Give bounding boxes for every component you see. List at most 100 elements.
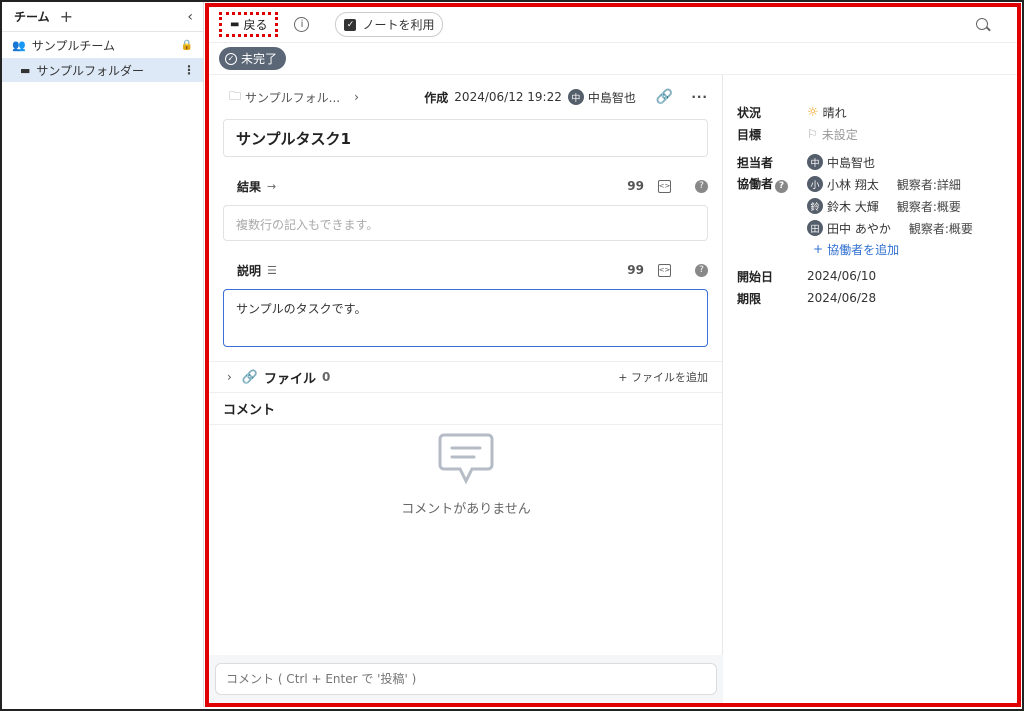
description-label: 説明 bbox=[237, 263, 262, 278]
folder-name: サンプルフォルダー bbox=[36, 63, 145, 78]
result-header: 結果 → 99 <> ? bbox=[209, 171, 722, 201]
arrow-right-icon: → bbox=[267, 179, 277, 193]
assignee-name: 中島智也 bbox=[827, 155, 876, 170]
plus-icon: + bbox=[813, 242, 824, 256]
back-button[interactable]: ▬ 戻る bbox=[219, 12, 279, 37]
chevron-right-icon[interactable]: › bbox=[354, 90, 359, 104]
link-icon[interactable]: 🔗 bbox=[656, 89, 673, 105]
comments-title: コメント bbox=[209, 393, 722, 425]
lines-icon: ☰ bbox=[267, 263, 277, 277]
code-icon[interactable]: <> bbox=[658, 179, 671, 193]
collaborator-role[interactable]: 観察者:詳細 bbox=[897, 176, 961, 193]
avatar: 田 bbox=[807, 220, 823, 236]
help-icon[interactable]: ? bbox=[695, 179, 708, 193]
due-label: 期限 bbox=[737, 291, 762, 306]
goal-label: 目標 bbox=[737, 127, 762, 142]
paperclip-icon: 🔗 bbox=[241, 369, 258, 385]
avatar: 中 bbox=[567, 89, 584, 105]
detail-assignee[interactable]: 担当者 中 中島智也 bbox=[737, 151, 1017, 173]
created-label: 作成 bbox=[424, 90, 449, 105]
detail-status[interactable]: 状況 ☼ 晴れ bbox=[737, 101, 1017, 123]
comments-empty-text: コメントがありません bbox=[401, 502, 531, 517]
team-icon: 👥 bbox=[12, 38, 26, 52]
use-note-button[interactable]: ✓ ノートを利用 bbox=[335, 12, 444, 37]
back-label: 戻る bbox=[243, 18, 268, 32]
flag-icon: ⚐ bbox=[807, 127, 818, 141]
team-name: サンプルチーム bbox=[31, 38, 115, 53]
status-badge[interactable]: ✓ 未完了 bbox=[219, 47, 287, 70]
sun-icon: ☼ bbox=[807, 104, 819, 120]
lock-icon: 🔒 bbox=[180, 39, 193, 51]
collaborator-role[interactable]: 観察者:概要 bbox=[909, 220, 973, 237]
add-team-icon[interactable]: + bbox=[60, 7, 73, 26]
result-input[interactable]: 複数行の記入もできます。 bbox=[223, 205, 708, 241]
task-title[interactable]: サンプルタスク1 bbox=[223, 119, 708, 157]
chat-bubble-icon bbox=[438, 433, 494, 485]
task-body: 🗀 サンプルフォル... › 作成 2024/06/12 19:22 中 中島智… bbox=[209, 75, 723, 703]
checkbox-icon: ✓ bbox=[344, 18, 357, 31]
info-icon[interactable]: i bbox=[294, 17, 310, 32]
start-value: 2024/06/10 bbox=[807, 269, 877, 283]
collab-label-wrap: 協働者? bbox=[737, 175, 807, 193]
code-icon[interactable]: <> bbox=[658, 263, 671, 277]
status-label: 未完了 bbox=[241, 52, 278, 66]
detail-collaborator[interactable]: 田 田中 あやか 観察者:概要 bbox=[737, 217, 1017, 239]
more-icon[interactable]: ··· bbox=[691, 90, 708, 104]
collaborator-role[interactable]: 観察者:概要 bbox=[897, 198, 961, 215]
quote-icon[interactable]: 99 bbox=[627, 263, 644, 277]
check-circle-icon: ✓ bbox=[225, 52, 237, 65]
detail-due-date[interactable]: 期限 2024/06/28 bbox=[737, 287, 1017, 309]
sidebar: チーム + ‹ 👥 サンプルチーム 🔒 ▬ サンプルフォルダー ⋮ bbox=[2, 2, 204, 707]
task-content: 🗀 サンプルフォル... › 作成 2024/06/12 19:22 中 中島智… bbox=[209, 75, 1017, 703]
goal-value: 未設定 bbox=[821, 127, 858, 142]
status-bar: ✓ 未完了 bbox=[209, 43, 1017, 75]
avatar: 鈴 bbox=[807, 198, 823, 214]
start-label: 開始日 bbox=[737, 269, 774, 284]
detail-collaborator[interactable]: 鈴 鈴木 大輝 観察者:概要 bbox=[737, 195, 1017, 217]
breadcrumb[interactable]: サンプルフォル... bbox=[245, 89, 340, 106]
folder-more-icon[interactable]: ⋮ bbox=[183, 63, 195, 77]
folder-icon: ▬ bbox=[20, 63, 31, 77]
add-collaborator-button[interactable]: + 協働者を追加 bbox=[813, 239, 1017, 259]
files-section: › 🔗 ファイル 0 + ファイルを追加 bbox=[209, 361, 722, 393]
add-file-label: ファイルを追加 bbox=[631, 371, 708, 384]
sidebar-item-team[interactable]: 👥 サンプルチーム 🔒 bbox=[2, 32, 203, 58]
help-icon[interactable]: ? bbox=[775, 179, 789, 193]
detail-goal[interactable]: 目標 ⚐ 未設定 bbox=[737, 123, 1017, 145]
chevron-right-icon[interactable]: › bbox=[227, 370, 232, 384]
collaborator-name: 小林 翔太 bbox=[827, 177, 879, 192]
comment-input[interactable] bbox=[215, 663, 717, 695]
search-icon[interactable] bbox=[975, 17, 991, 33]
result-label: 結果 bbox=[237, 179, 262, 194]
collaborator-name: 鈴木 大輝 bbox=[827, 199, 879, 214]
comments-empty: コメントがありません bbox=[209, 431, 723, 517]
avatar: 中 bbox=[807, 154, 823, 170]
task-panel: ▬ 戻る i ✓ ノートを利用 ✓ 未完了 🗀 サンプルフォル... › 作成 … bbox=[205, 3, 1021, 707]
creator-name: 中島智也 bbox=[587, 90, 636, 105]
collaborator-name: 田中 あやか bbox=[827, 221, 891, 236]
task-meta: 🗀 サンプルフォル... › 作成 2024/06/12 19:22 中 中島智… bbox=[209, 75, 722, 119]
description-input[interactable]: サンプルのタスクです。 bbox=[223, 289, 708, 347]
quote-icon[interactable]: 99 bbox=[627, 179, 644, 193]
task-details: 状況 ☼ 晴れ 目標 ⚐ 未設定 担当者 中 中島智也 協働者 ? 小 小林 翔… bbox=[723, 75, 1017, 703]
status-detail-value: 晴れ bbox=[822, 105, 847, 120]
files-label: ファイル bbox=[264, 371, 317, 387]
add-file-button[interactable]: + ファイルを追加 bbox=[618, 369, 708, 385]
detail-start-date[interactable]: 開始日 2024/06/10 bbox=[737, 265, 1017, 287]
description-header: 説明 ☰ 99 <> ? bbox=[209, 255, 722, 285]
assignee-label: 担当者 bbox=[737, 155, 774, 170]
sidebar-title: チーム bbox=[14, 10, 50, 24]
collab-label: 協働者 bbox=[737, 177, 774, 192]
collapse-sidebar-icon[interactable]: ‹ bbox=[187, 9, 193, 25]
due-value: 2024/06/28 bbox=[807, 291, 877, 305]
avatar: 小 bbox=[807, 176, 823, 192]
sidebar-item-folder[interactable]: ▬ サンプルフォルダー ⋮ bbox=[2, 58, 203, 82]
help-icon[interactable]: ? bbox=[695, 263, 708, 277]
add-collaborator-label: 協働者を追加 bbox=[827, 242, 900, 257]
files-count: 0 bbox=[322, 370, 331, 384]
created-date: 2024/06/12 19:22 bbox=[454, 90, 562, 104]
detail-collaborator[interactable]: 協働者? 小 小林 翔太 観察者:詳細 bbox=[737, 173, 1017, 195]
status-detail-label: 状況 bbox=[737, 105, 762, 120]
folder-outline-icon: 🗀 bbox=[229, 88, 242, 103]
note-label: ノートを利用 bbox=[362, 18, 435, 32]
